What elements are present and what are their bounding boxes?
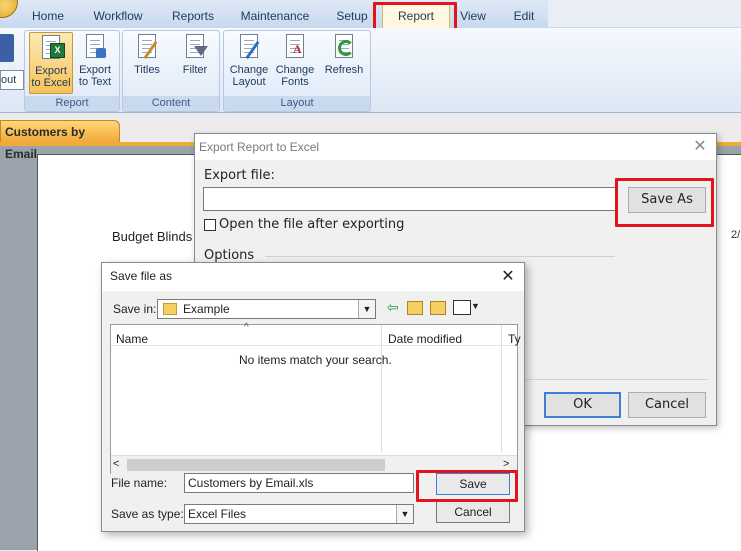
export-cancel-button[interactable]: Cancel xyxy=(628,392,706,418)
filter-button[interactable]: Filter xyxy=(175,32,215,94)
save-as-type-value: Excel Files xyxy=(188,507,247,521)
folder-icon xyxy=(163,302,177,315)
tab-home[interactable]: Home xyxy=(30,7,66,25)
tab-maintenance[interactable]: Maintenance xyxy=(235,7,315,25)
export-to-text-button[interactable]: Export to Text xyxy=(75,32,115,94)
report-tab-highlight xyxy=(373,2,457,31)
scroll-left-icon[interactable]: < xyxy=(113,458,119,470)
chevron-down-icon[interactable]: ▼ xyxy=(358,300,375,318)
options-label: Options xyxy=(204,248,255,263)
export-to-excel-line2: to Excel xyxy=(31,77,71,89)
change-layout-icon xyxy=(236,34,262,62)
tab-bar-filler xyxy=(548,0,741,27)
scrollbar-thumb[interactable] xyxy=(127,459,385,471)
tab-reports[interactable]: Reports xyxy=(165,7,221,25)
save-as-highlight xyxy=(615,178,714,227)
report-group-label: Report xyxy=(25,96,119,111)
export-to-excel-line1: Export xyxy=(35,65,67,77)
export-to-text-line2: to Text xyxy=(78,76,112,88)
change-layout-line1: Change xyxy=(229,64,269,76)
export-to-text-line1: Export xyxy=(79,64,111,76)
column-type[interactable]: Ty xyxy=(508,329,521,349)
save-dialog-title: Save file as xyxy=(110,269,173,283)
titles-icon xyxy=(134,34,160,62)
change-fonts-line1: Change xyxy=(275,64,315,76)
change-layout-line2: Layout xyxy=(232,76,266,88)
save-cancel-button[interactable]: Cancel xyxy=(436,501,510,523)
refresh-button[interactable]: Refresh xyxy=(322,32,366,94)
open-after-export-checkbox[interactable] xyxy=(204,219,216,231)
export-to-excel-button[interactable]: X Export to Excel xyxy=(29,32,73,94)
close-icon[interactable]: ✕ xyxy=(685,134,715,160)
content-group-label: Content xyxy=(123,96,219,111)
refresh-icon xyxy=(331,34,357,62)
scroll-right-icon[interactable]: > xyxy=(503,458,509,470)
chevron-down-icon[interactable]: ▼ xyxy=(396,505,413,523)
options-divider xyxy=(265,256,615,257)
refresh-label: Refresh xyxy=(324,64,364,76)
up-folder-icon[interactable] xyxy=(407,301,423,315)
filter-icon xyxy=(182,34,208,62)
save-icon[interactable] xyxy=(0,34,14,62)
save-dialog-close-icon[interactable]: ✕ xyxy=(494,264,522,290)
titles-button[interactable]: Titles xyxy=(127,32,167,94)
file-list[interactable]: ^ Name Date modified Ty No items match y… xyxy=(110,322,521,474)
titles-label: Titles xyxy=(134,64,160,76)
view-menu-chevron-icon[interactable]: ▼ xyxy=(471,301,480,311)
column-divider xyxy=(381,325,382,453)
export-dialog-title: Export Report to Excel xyxy=(195,134,716,160)
save-in-value: Example xyxy=(183,302,230,316)
ok-button[interactable]: OK xyxy=(544,392,621,418)
column-name[interactable]: Name xyxy=(116,329,148,349)
save-as-type-label: Save as type: xyxy=(111,507,184,521)
export-file-label: Export file: xyxy=(204,168,275,183)
document-tab-customers-by-email[interactable]: Customers by Email xyxy=(0,120,120,161)
report-company-name: Budget Blinds xyxy=(112,229,193,244)
open-after-export-label: Open the file after exporting xyxy=(219,217,405,232)
change-fonts-line2: Fonts xyxy=(281,76,309,88)
tab-edit[interactable]: Edit xyxy=(505,7,543,25)
back-arrow-icon[interactable]: ⇦ xyxy=(387,299,399,316)
new-folder-icon[interactable] xyxy=(430,301,446,315)
file-name-label: File name: xyxy=(111,476,168,490)
layout-group-label: Layout xyxy=(224,96,370,111)
filter-label: Filter xyxy=(182,64,208,76)
change-layout-button[interactable]: Change Layout xyxy=(227,32,271,94)
tab-view[interactable]: View xyxy=(456,7,490,25)
empty-message: No items match your search. xyxy=(239,353,392,367)
change-fonts-icon: A xyxy=(282,34,308,62)
report-date: 2/ xyxy=(731,229,741,241)
file-name-input[interactable]: Customers by Email.xls xyxy=(184,473,414,493)
tab-workflow[interactable]: Workflow xyxy=(86,7,150,25)
save-in-dropdown[interactable]: Example ▼ xyxy=(157,299,376,319)
change-fonts-button[interactable]: A Change Fonts xyxy=(273,32,317,94)
save-button-highlight xyxy=(416,470,518,502)
save-in-label: Save in: xyxy=(113,302,157,316)
text-export-icon xyxy=(82,34,108,62)
save-as-type-dropdown[interactable]: Excel Files ▼ xyxy=(184,504,414,524)
column-date-modified[interactable]: Date modified xyxy=(388,329,462,349)
export-file-input[interactable] xyxy=(203,187,617,211)
sort-up-icon: ^ xyxy=(244,322,249,333)
column-divider xyxy=(501,325,502,453)
excel-export-icon: X xyxy=(38,35,65,63)
layout-button-partial[interactable]: out xyxy=(0,70,24,90)
view-menu-icon[interactable] xyxy=(453,300,471,315)
tab-setup[interactable]: Setup xyxy=(330,7,374,25)
